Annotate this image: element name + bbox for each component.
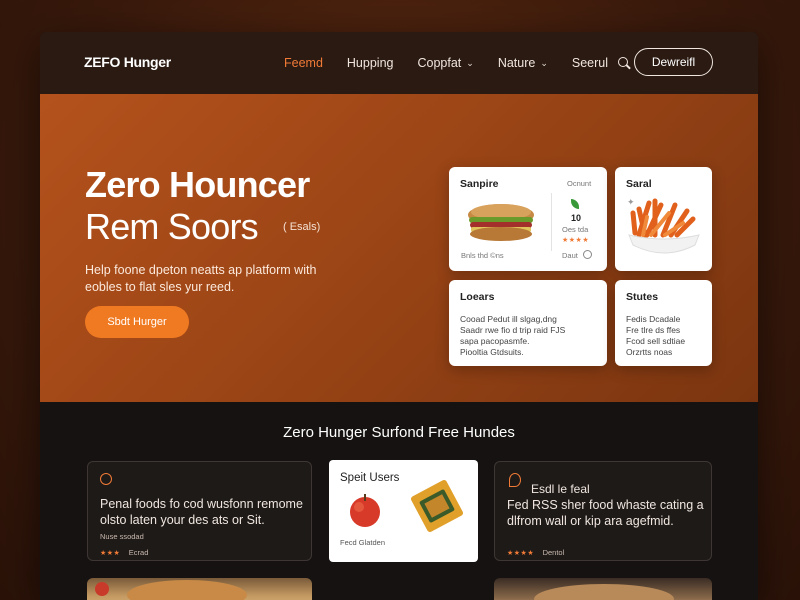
sandwich-image xyxy=(468,204,534,241)
card-divider xyxy=(551,193,552,251)
card-count-label: Oes tda xyxy=(562,225,589,234)
apple-image xyxy=(350,494,380,527)
hero-description: Help foone dpeton neatts ap platform wit… xyxy=(85,263,317,294)
section-title: Zero Hunger Surfond Free Hundes xyxy=(283,424,515,441)
feature-card-right[interactable]: Esdl le feal Fed RSS sher food whaste ca… xyxy=(494,461,712,561)
heart-icon xyxy=(100,473,112,485)
feature-text: Fed RSS sher food whaste cating a dlfrom… xyxy=(507,498,704,528)
rating-stars-icon: ★★★★ xyxy=(507,550,535,557)
nav-item-hupping[interactable]: Hupping xyxy=(347,56,394,70)
feature-footer: Fecd Glatden xyxy=(340,538,386,547)
rating-stars-icon: ★★★ xyxy=(100,550,121,557)
app-frame: ZEFO Hunger Feemd Hupping Coppfat ⌄ Natu… xyxy=(40,32,758,600)
nav-item-coppfat[interactable]: Coppfat ⌄ xyxy=(417,56,473,70)
hero-title: Zero Houncer xyxy=(85,164,310,205)
chevron-down-icon: ⌄ xyxy=(540,57,548,68)
feature-text: Penal foods fo cod wusfonn remome olsto … xyxy=(100,497,303,527)
feature-title: Speit Users xyxy=(340,472,400,484)
card-fries[interactable]: Saral ✦ xyxy=(615,167,712,271)
card-losers[interactable]: Loears Cooad Pedut ill slgag,dng Saadr r… xyxy=(449,280,607,366)
fries-image xyxy=(628,198,700,254)
feature-footer: Nuse ssodad xyxy=(100,532,144,541)
leaf-outline-icon xyxy=(509,473,521,487)
food-image-right xyxy=(494,578,712,600)
hero-subtitle: Rem Soors xyxy=(85,206,259,247)
card-title: Sanpire xyxy=(460,178,499,190)
card-stules[interactable]: Stutes Fedis Dcadale Fre tlre ds ffes Fc… xyxy=(615,280,712,366)
card-meta: Ocnunt xyxy=(567,179,592,188)
card-title: Saral xyxy=(626,178,652,190)
feature-card-mid[interactable]: Speit Users Fecd Glatden xyxy=(329,460,478,562)
chevron-down-icon: ⌄ xyxy=(466,57,474,68)
hero-start-button[interactable]: Sbdt Hurger xyxy=(85,306,189,338)
feature-title: Esdl le feal xyxy=(531,482,590,496)
nav-item-seerul[interactable]: Seerul xyxy=(572,56,631,70)
brand-logo[interactable]: ZEFO Hunger xyxy=(84,54,171,70)
card-footer-right: Daut xyxy=(562,251,578,260)
rating-stars-icon: ★★★★ xyxy=(562,237,590,244)
rating-row: ★★★ Ecrad xyxy=(100,548,149,557)
card-title: Stutes xyxy=(626,291,659,303)
header-cta-button[interactable]: Dewreifl xyxy=(634,48,713,76)
features-section: Zero Hunger Surfond Free Hundes Penal fo… xyxy=(40,402,758,600)
card-sandwich[interactable]: Sanpire Ocnunt 10 Oes tda ★★★★ Bnls thd … xyxy=(449,167,607,271)
search-icon[interactable] xyxy=(617,56,631,70)
hero-tag: ( Esals) xyxy=(283,221,321,233)
card-count: 10 xyxy=(571,213,582,223)
card-text: Cooad Pedut ill slgag,dng Saadr rwe fio … xyxy=(460,314,566,357)
nav-item-feemd[interactable]: Feemd xyxy=(284,56,323,70)
feature-card-left[interactable]: Penal foods fo cod wusfonn remome olsto … xyxy=(87,461,312,561)
top-navbar: ZEFO Hunger Feemd Hupping Coppfat ⌄ Natu… xyxy=(40,32,758,94)
nav-item-nature[interactable]: Nature ⌄ xyxy=(498,56,548,70)
refresh-icon xyxy=(583,250,592,259)
leaf-icon xyxy=(571,199,579,209)
hero-section: Zero Houncer Rem Soors ( Esals) Help foo… xyxy=(40,94,758,402)
card-text: Fedis Dcadale Fre tlre ds ffes Fcod sell… xyxy=(626,314,686,357)
card-footer: Bnls thd ©ns xyxy=(461,251,504,260)
rating-row: ★★★★ Dentol xyxy=(507,548,565,557)
food-image-left xyxy=(87,578,312,600)
main-nav: Feemd Hupping Coppfat ⌄ Nature ⌄ Seerul xyxy=(284,32,639,94)
snack-package-image xyxy=(411,480,463,532)
card-title: Loears xyxy=(460,291,495,303)
